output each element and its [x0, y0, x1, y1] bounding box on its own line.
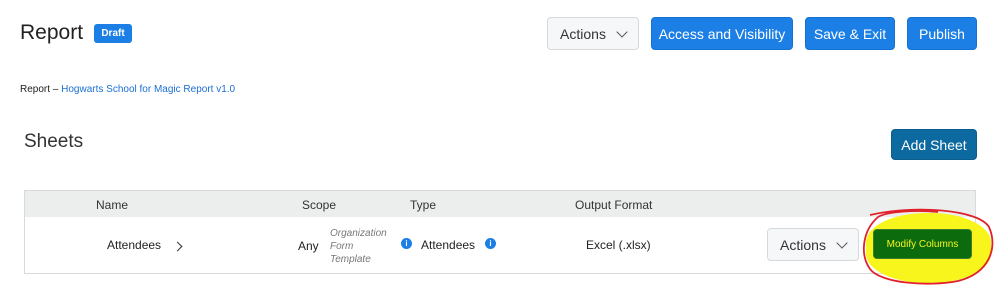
column-header-type[interactable]: Type: [410, 198, 436, 212]
header-actions-button[interactable]: Actions: [547, 17, 639, 50]
scope-info-icon[interactable]: i: [401, 238, 412, 249]
column-header-scope[interactable]: Scope: [302, 198, 336, 212]
breadcrumb: Report – Hogwarts School for Magic Repor…: [20, 84, 235, 95]
breadcrumb-root[interactable]: Report: [20, 84, 50, 95]
header-actions-label: Actions: [560, 25, 606, 42]
sheet-name[interactable]: Attendees: [107, 238, 161, 252]
column-header-output-format[interactable]: Output Format: [575, 198, 652, 212]
sheet-type: Attendees: [421, 238, 476, 252]
expand-row-button[interactable]: [172, 239, 183, 253]
modify-columns-button[interactable]: Modify Columns: [873, 229, 972, 259]
table-header: Name Scope Type Output Format: [25, 191, 975, 217]
scope-note-line: Form: [330, 241, 354, 252]
save-exit-button[interactable]: Save & Exit: [805, 17, 895, 50]
add-sheet-button[interactable]: Add Sheet: [891, 129, 977, 160]
publish-button[interactable]: Publish: [907, 17, 977, 50]
sheet-output-format: Excel (.xlsx): [586, 238, 651, 252]
chevron-down-icon: [836, 236, 848, 249]
status-badge: Draft: [94, 24, 132, 43]
scope-note-line: Template: [330, 254, 371, 265]
chevron-down-icon: [616, 25, 628, 38]
access-visibility-button[interactable]: Access and Visibility: [651, 17, 793, 50]
type-info-icon[interactable]: i: [485, 238, 496, 249]
column-header-name[interactable]: Name: [96, 198, 128, 212]
scope-note: Organization Form Template: [330, 227, 387, 266]
sheet-scope: Any: [298, 239, 319, 253]
row-actions-button[interactable]: Actions: [767, 228, 859, 261]
page-title: Report: [20, 21, 84, 44]
scope-note-line: Organization: [330, 228, 387, 239]
chevron-right-icon: [172, 241, 183, 252]
breadcrumb-current-link[interactable]: Hogwarts School for Magic Report v1.0: [61, 84, 235, 95]
sheets-heading: Sheets: [24, 131, 84, 152]
breadcrumb-separator: –: [52, 84, 59, 95]
row-actions-label: Actions: [780, 236, 826, 253]
